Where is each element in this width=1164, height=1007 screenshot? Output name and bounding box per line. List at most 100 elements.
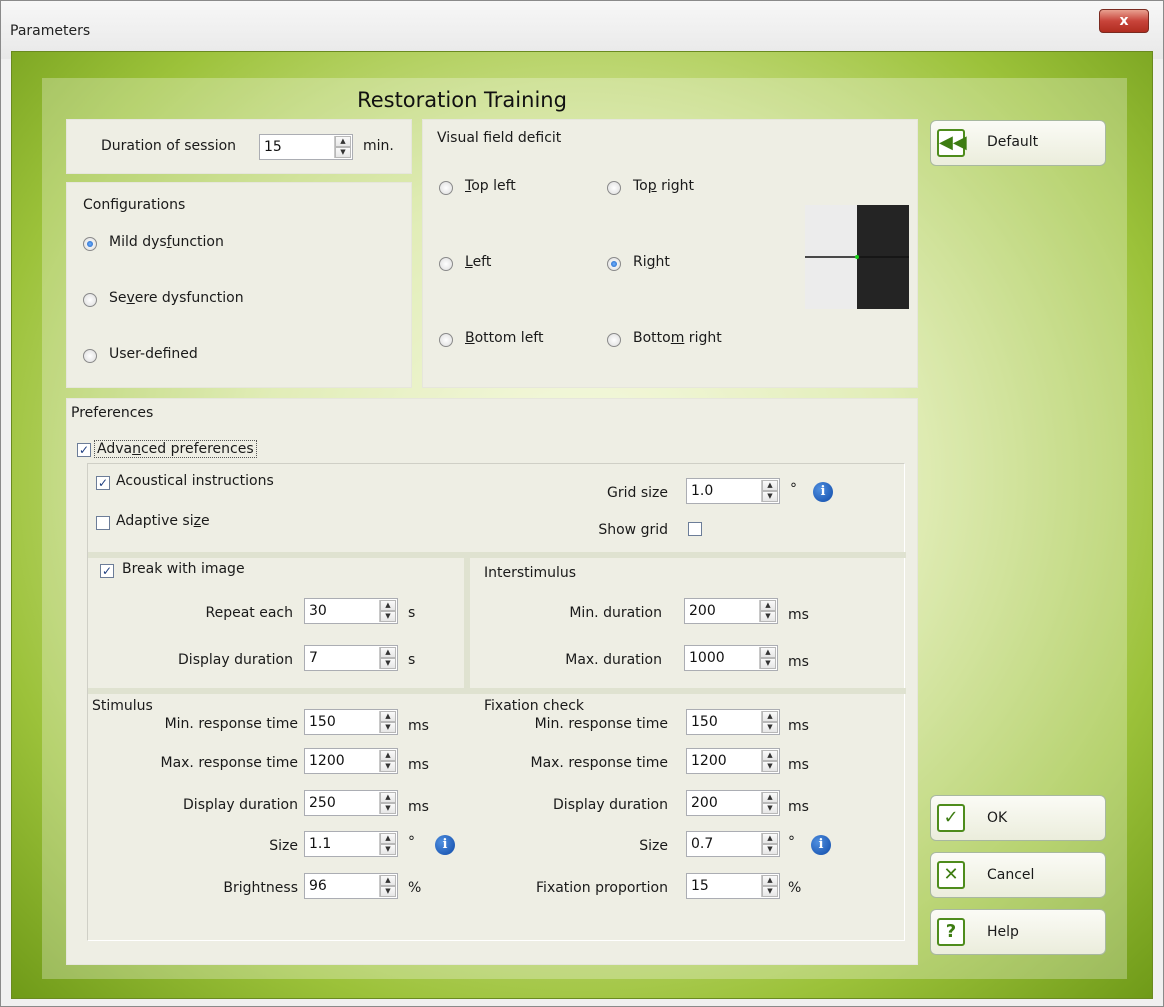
break-display-unit: s [408,652,416,668]
repeat-each-spinner[interactable]: 30 ▲ ▼ [304,598,398,624]
interstimulus-max-unit: ms [788,654,809,670]
acoustical-checkbox[interactable]: ✓ [96,476,110,490]
spinner-up-icon[interactable]: ▲ [762,833,778,844]
spinner-up-icon[interactable]: ▲ [380,600,396,611]
stim-size-spinner[interactable]: 1.1 ▲ ▼ [304,831,398,857]
help-button[interactable]: ? Help [930,909,1106,955]
label-right[interactable]: Right [633,254,670,270]
configurations-panel: Configurations Mild dysfunction Severe d… [66,182,412,388]
spinner-up-icon[interactable]: ▲ [762,750,778,761]
radio-user-defined[interactable] [83,349,97,363]
label-top-left[interactable]: Top left [465,178,516,194]
grid-size-info-icon[interactable]: i [813,482,833,502]
label-user-defined[interactable]: User-defined [109,346,198,362]
close-button[interactable]: x [1099,9,1149,33]
stimulus-title: Stimulus [92,698,153,714]
spinner-up-icon[interactable]: ▲ [335,136,351,147]
spinner-down-icon[interactable]: ▼ [762,886,778,897]
spinner-down-icon[interactable]: ▼ [762,844,778,855]
grid-size-spinner[interactable]: 1.0 ▲ ▼ [686,478,780,504]
spinner-up-icon[interactable]: ▲ [380,711,396,722]
configurations-title: Configurations [83,197,186,213]
label-top-right[interactable]: Top right [633,178,694,194]
stim-size-unit: ° [408,834,415,850]
spinner-up-icon[interactable]: ▲ [380,647,396,658]
session-duration-spinner[interactable]: 15 ▲ ▼ [259,134,353,160]
radio-top-left[interactable] [439,181,453,195]
cancel-button[interactable]: ✕ Cancel [930,852,1106,898]
stim-max-resp-spinner[interactable]: 1200 ▲ ▼ [304,748,398,774]
fix-size-spinner[interactable]: 0.7 ▲ ▼ [686,831,780,857]
radio-right[interactable] [607,257,621,271]
spinner-down-icon[interactable]: ▼ [762,761,778,772]
show-grid-checkbox[interactable] [688,522,702,536]
interstimulus-min-spinner[interactable]: 200 ▲ ▼ [684,598,778,624]
spinner-down-icon[interactable]: ▼ [380,886,396,897]
label-severe-dysfunction[interactable]: Severe dysfunction [109,290,244,306]
spinner-down-icon[interactable]: ▼ [760,611,776,622]
radio-bottom-right[interactable] [607,333,621,347]
interstimulus-title: Interstimulus [484,565,577,581]
label-bottom-left[interactable]: Bottom left [465,330,543,346]
spinner-up-icon[interactable]: ▲ [762,792,778,803]
spinner-down-icon[interactable]: ▼ [380,761,396,772]
spinner-arrows: ▲ ▼ [379,647,396,669]
spinner-up-icon[interactable]: ▲ [760,600,776,611]
fix-display-spinner[interactable]: 200 ▲ ▼ [686,790,780,816]
stim-brightness-spinner[interactable]: 96 ▲ ▼ [304,873,398,899]
adaptive-size-label[interactable]: Adaptive size [116,513,210,529]
label-mild-dysfunction[interactable]: Mild dysfunction [109,234,224,250]
break-with-image-label[interactable]: Break with image [122,561,245,577]
fix-size-info-icon[interactable]: i [811,835,831,855]
session-duration-label: Duration of session [101,138,237,154]
spinner-down-icon[interactable]: ▼ [380,844,396,855]
interstimulus-max-spinner[interactable]: 1000 ▲ ▼ [684,645,778,671]
stim-brightness-unit: % [408,880,422,896]
spinner-up-icon[interactable]: ▲ [380,750,396,761]
spinner-up-icon[interactable]: ▲ [380,792,396,803]
stim-display-spinner[interactable]: 250 ▲ ▼ [304,790,398,816]
spinner-down-icon[interactable]: ▼ [380,803,396,814]
advanced-preferences-label[interactable]: Advanced preferences [94,440,257,458]
spinner-down-icon[interactable]: ▼ [380,658,396,669]
fix-proportion-spinner[interactable]: 15 ▲ ▼ [686,873,780,899]
radio-mild-dysfunction[interactable] [83,237,97,251]
break-display-spinner[interactable]: 7 ▲ ▼ [304,645,398,671]
label-bottom-right[interactable]: Bottom right [633,330,722,346]
ok-button[interactable]: ✓ OK [930,795,1106,841]
acoustical-label[interactable]: Acoustical instructions [116,473,274,489]
fix-max-resp-spinner[interactable]: 1200 ▲ ▼ [686,748,780,774]
spinner-up-icon[interactable]: ▲ [762,711,778,722]
radio-top-right[interactable] [607,181,621,195]
radio-severe-dysfunction[interactable] [83,293,97,307]
label-left[interactable]: Left [465,254,491,270]
grid-size-unit: ° [790,481,797,497]
stim-size-info-icon[interactable]: i [435,835,455,855]
help-button-label: Help [987,924,1019,940]
break-with-image-checkbox[interactable]: ✓ [100,564,114,578]
spinner-arrows: ▲ ▼ [761,750,778,772]
spinner-up-icon[interactable]: ▲ [762,480,778,491]
default-button[interactable]: ◀◀ Default [930,120,1106,166]
fix-proportion-value: 15 [691,878,709,894]
spinner-arrows: ▲ ▼ [379,600,396,622]
spinner-up-icon[interactable]: ▲ [760,647,776,658]
radio-bottom-left[interactable] [439,333,453,347]
spinner-down-icon[interactable]: ▼ [380,611,396,622]
spinner-up-icon[interactable]: ▲ [762,875,778,886]
spinner-up-icon[interactable]: ▲ [380,875,396,886]
spinner-down-icon[interactable]: ▼ [760,658,776,669]
spinner-up-icon[interactable]: ▲ [380,833,396,844]
spinner-down-icon[interactable]: ▼ [762,803,778,814]
spinner-down-icon[interactable]: ▼ [335,147,351,158]
spinner-down-icon[interactable]: ▼ [380,722,396,733]
adaptive-size-checkbox[interactable] [96,516,110,530]
default-button-label: Default [987,134,1039,150]
session-panel: Duration of session 15 ▲ ▼ min. [66,119,412,174]
stim-min-resp-spinner[interactable]: 150 ▲ ▼ [304,709,398,735]
spinner-down-icon[interactable]: ▼ [762,722,778,733]
radio-left[interactable] [439,257,453,271]
advanced-preferences-checkbox[interactable]: ✓ [77,443,91,457]
fix-min-resp-spinner[interactable]: 150 ▲ ▼ [686,709,780,735]
spinner-down-icon[interactable]: ▼ [762,491,778,502]
